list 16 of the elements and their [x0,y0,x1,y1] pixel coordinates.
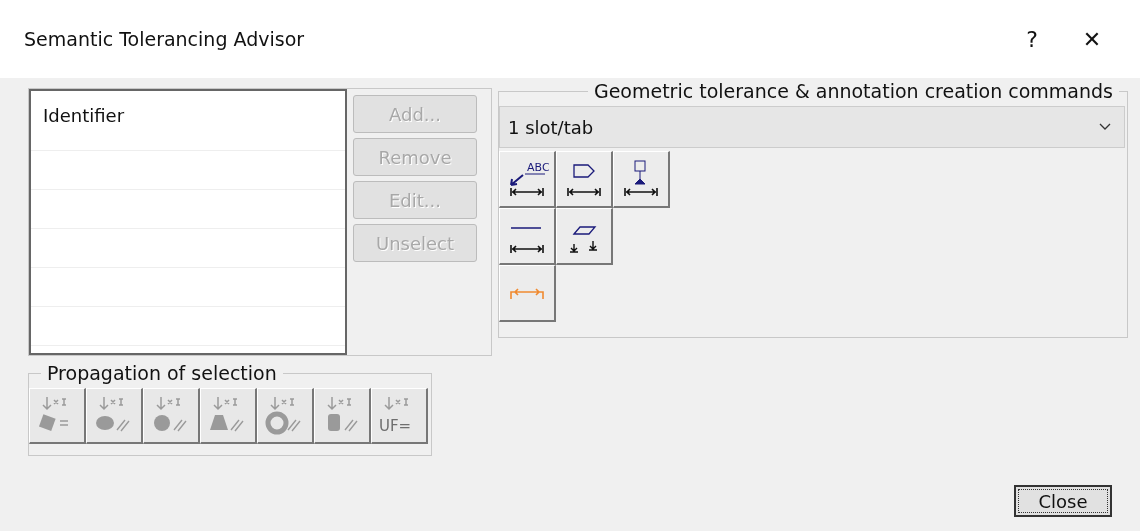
help-button[interactable]: ? [1002,14,1062,64]
chevron-icon [1098,122,1112,132]
identifier-list[interactable]: Identifier [29,89,347,355]
close-dialog-button[interactable]: Close [1014,485,1112,517]
slot-dropdown[interactable]: 1 slot/tab [499,106,1125,148]
tool-button[interactable]: ABC [499,151,556,208]
tool-button[interactable] [556,151,613,208]
group-title: Propagation of selection [46,362,278,384]
tool-button[interactable] [613,151,670,208]
window-title: Semantic Tolerancing Advisor [24,28,306,50]
tool-button[interactable] [556,208,613,265]
dimension-icon [509,287,545,299]
column-header: Identifier [31,91,345,151]
group-title: Geometric tolerance & annotation creation commands [592,80,1114,102]
close-button[interactable]: ✕ [1062,14,1122,64]
tool-button[interactable] [499,208,556,265]
